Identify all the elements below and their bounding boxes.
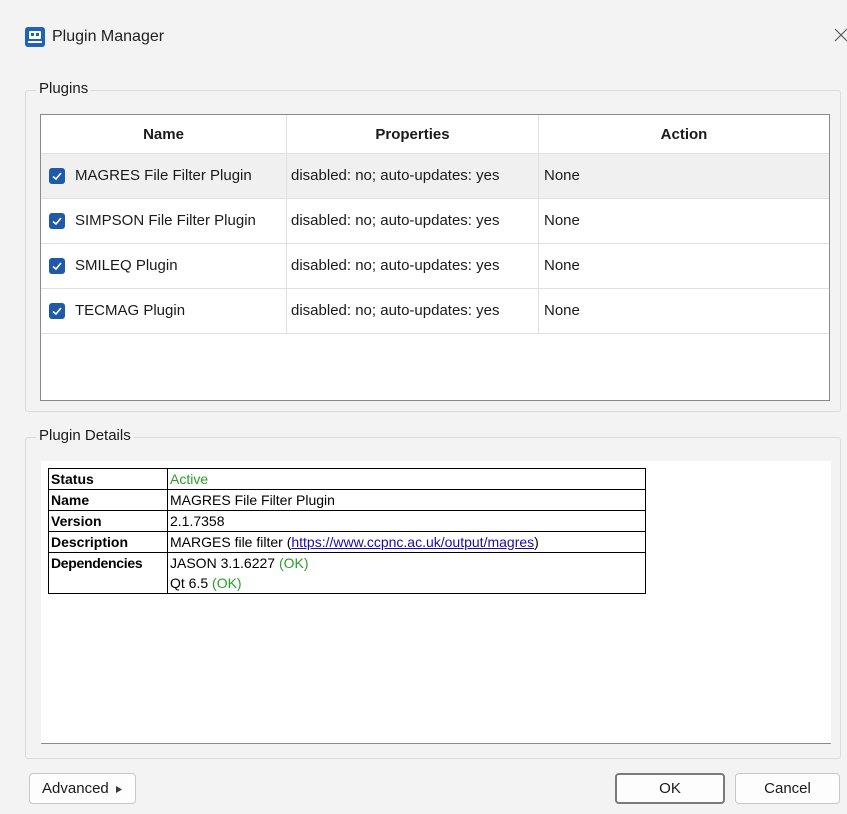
dependency-name: JASON 3.1.6227: [170, 555, 276, 571]
name-value: MAGRES File Filter Plugin: [167, 489, 646, 511]
plugin-name: MAGRES File Filter Plugin: [41, 154, 287, 198]
plugin-details-group-label: Plugin Details: [36, 427, 134, 444]
column-header-properties[interactable]: Properties: [287, 115, 539, 154]
table-row[interactable]: SMILEQ Plugin disabled: no; auto-updates…: [41, 244, 829, 289]
version-value: 2.1.7358: [167, 510, 646, 532]
table-row[interactable]: TECMAG Plugin disabled: no; auto-updates…: [41, 289, 829, 334]
status-label: Status: [48, 468, 168, 490]
dependency-item: Qt 6.5 (OK): [170, 573, 643, 593]
dependency-status: (OK): [278, 555, 309, 571]
description-value: MARGES file filter (https://www.ccpnc.ac…: [167, 531, 646, 553]
plugin-name: SMILEQ Plugin: [41, 244, 287, 288]
name-label: Name: [48, 489, 168, 511]
dependencies-label: Dependencies: [48, 552, 168, 594]
plugin-action: None: [544, 257, 580, 274]
plugin-name: TECMAG Plugin: [41, 289, 287, 333]
dependencies-value: JASON 3.1.6227 (OK) Qt 6.5 (OK): [167, 552, 646, 594]
plugin-action: None: [544, 302, 580, 319]
plugin-name: SIMPSON File Filter Plugin: [41, 199, 287, 243]
triangle-right-icon: [115, 785, 122, 793]
version-label: Version: [48, 510, 168, 532]
plugins-group-label: Plugins: [36, 80, 92, 97]
plugin-manager-window: Plugin Manager Plugins Name Properties A…: [0, 0, 847, 814]
close-icon[interactable]: [826, 20, 847, 50]
plugin-details-table: Status Active Name MAGRES File Filter Pl…: [48, 468, 646, 594]
app-icon: [25, 27, 45, 47]
advanced-button[interactable]: Advanced: [29, 773, 136, 804]
description-prefix: MARGES file filter (: [170, 534, 292, 550]
plugin-properties: disabled: no; auto-updates: yes: [287, 244, 539, 288]
plugin-properties: disabled: no; auto-updates: yes: [287, 289, 539, 333]
dependency-status: (OK): [212, 575, 242, 591]
plugin-details-view[interactable]: Status Active Name MAGRES File Filter Pl…: [41, 461, 831, 744]
cancel-button[interactable]: Cancel: [735, 773, 840, 804]
window-title: Plugin Manager: [52, 28, 165, 45]
description-link[interactable]: https://www.ccpnc.ac.uk/output/magres: [291, 534, 534, 550]
description-suffix: ): [534, 534, 539, 550]
dependency-name: Qt 6.5: [170, 575, 209, 591]
description-label: Description: [48, 531, 168, 553]
plugin-properties: disabled: no; auto-updates: yes: [287, 154, 539, 198]
status-value: Active: [167, 468, 646, 490]
plugin-properties: disabled: no; auto-updates: yes: [287, 199, 539, 243]
column-header-name[interactable]: Name: [41, 115, 287, 154]
ok-button[interactable]: OK: [615, 773, 725, 804]
title-bar: Plugin Manager: [0, 0, 847, 70]
column-header-action[interactable]: Action: [539, 115, 829, 154]
plugin-action: None: [544, 212, 580, 229]
advanced-button-label: Advanced: [42, 780, 109, 797]
table-header: Name Properties Action: [41, 115, 829, 154]
plugin-action: None: [544, 167, 580, 184]
dependency-item: JASON 3.1.6227 (OK): [170, 553, 643, 573]
table-row[interactable]: MAGRES File Filter Plugin disabled: no; …: [41, 154, 829, 199]
plugins-table[interactable]: Name Properties Action MAGRES File Filte…: [40, 114, 830, 401]
table-row[interactable]: SIMPSON File Filter Plugin disabled: no;…: [41, 199, 829, 244]
